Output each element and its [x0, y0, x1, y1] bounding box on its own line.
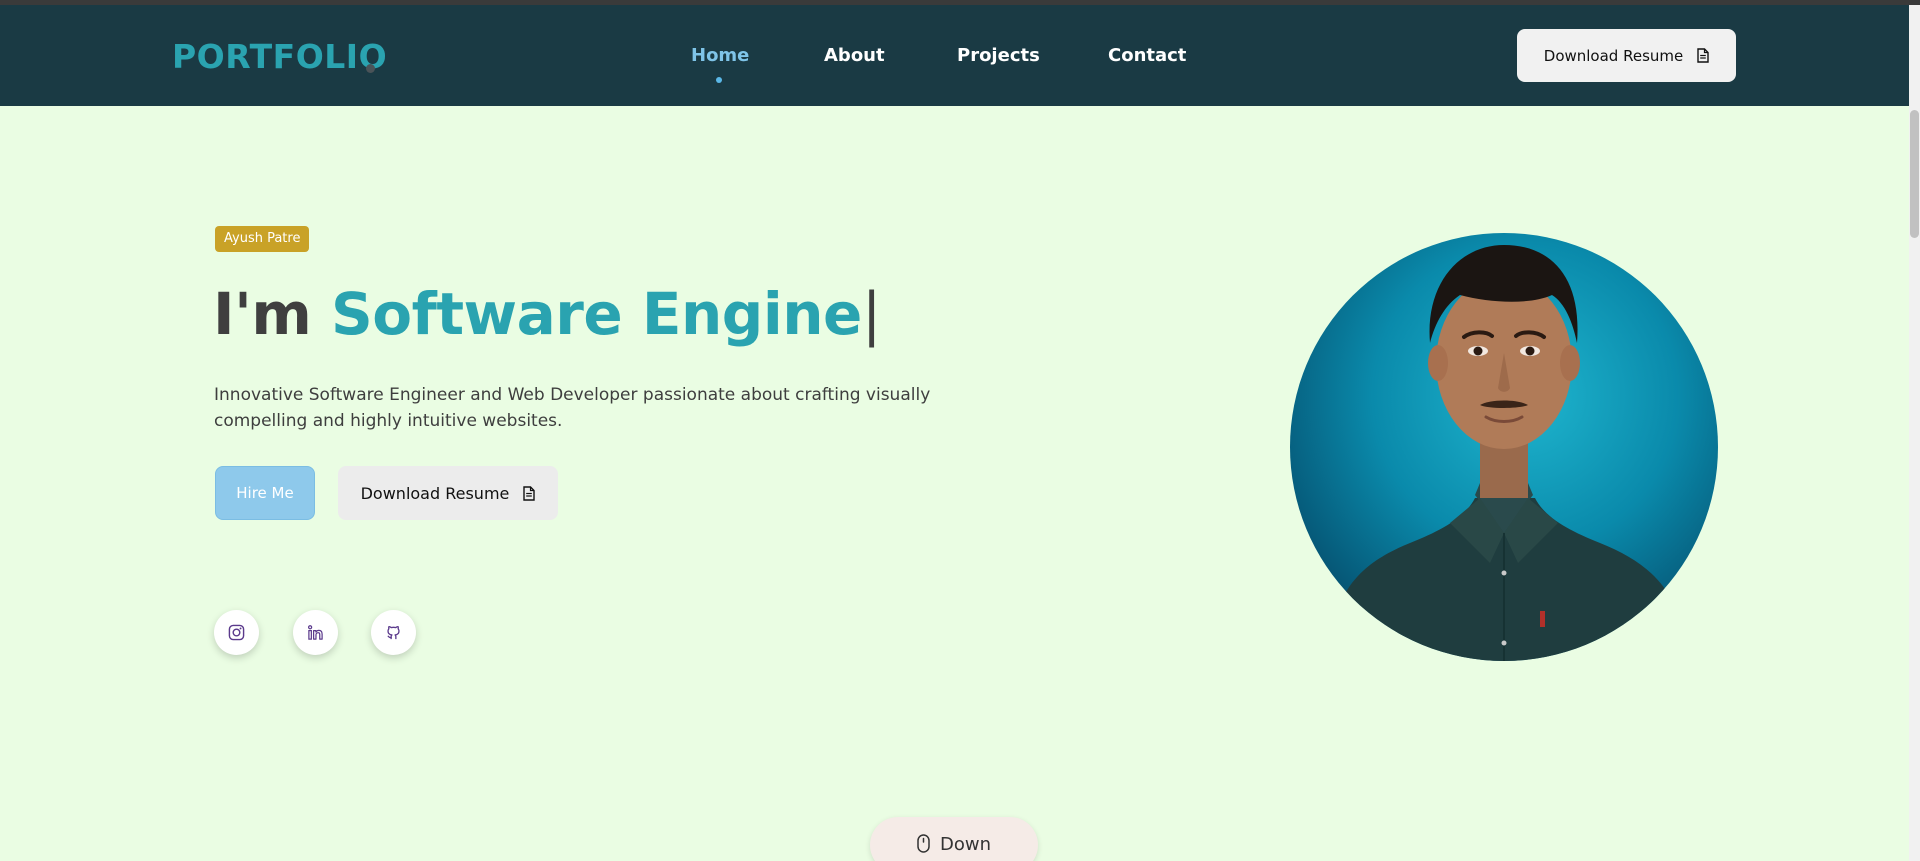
hire-me-button[interactable]: Hire Me [215, 466, 315, 520]
headline-prefix: I'm [213, 280, 331, 348]
hero-download-resume-button[interactable]: Download Resume [338, 466, 558, 520]
instagram-icon [228, 624, 245, 641]
nav-contact[interactable]: Contact [1108, 45, 1186, 66]
nav-projects[interactable]: Projects [957, 45, 1040, 66]
nav-download-resume-label: Download Resume [1543, 46, 1684, 65]
nav-about[interactable]: About [824, 45, 885, 66]
logo-dot [366, 64, 375, 73]
scrollbar-thumb[interactable] [1910, 110, 1919, 238]
typing-cursor: | [861, 280, 882, 348]
headline-role: Software Engine [330, 280, 862, 348]
hero-headline: I'm Software Engine| [213, 278, 881, 350]
profile-photo [1290, 233, 1718, 661]
mouse-icon [917, 834, 930, 853]
scroll-down-label: Down [939, 834, 991, 855]
linkedin-link[interactable] [293, 610, 338, 655]
scroll-down-button[interactable]: Down [870, 817, 1038, 861]
github-link[interactable] [371, 610, 416, 655]
document-icon [1697, 48, 1709, 63]
document-icon [523, 485, 536, 501]
logo[interactable]: PORTFOLIO [172, 37, 387, 76]
github-icon [387, 625, 400, 640]
active-nav-indicator [716, 77, 722, 83]
name-badge: Ayush Patre [215, 226, 310, 252]
nav-home[interactable]: Home [691, 45, 749, 66]
navbar: PORTFOLIO Home About Projects Contact Do… [0, 5, 1909, 106]
profile-portrait-image [1290, 233, 1718, 661]
nav-download-resume-button[interactable]: Download Resume [1517, 29, 1736, 82]
scrollbar[interactable] [1909, 5, 1920, 861]
instagram-link[interactable] [214, 610, 259, 655]
hero-download-resume-label: Download Resume [360, 483, 510, 503]
linkedin-icon [307, 625, 323, 640]
hero-tagline: Innovative Software Engineer and Web Dev… [214, 385, 931, 431]
